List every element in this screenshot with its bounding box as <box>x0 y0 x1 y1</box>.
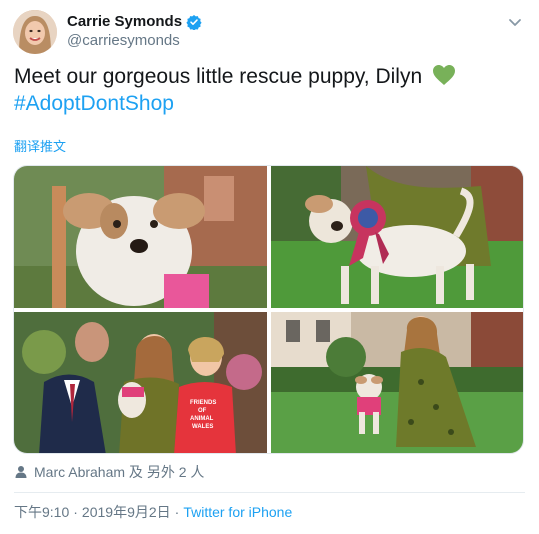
shirt-text-line-3: ANIMAL <box>190 416 214 422</box>
separator-2: · <box>174 504 180 520</box>
separator-1: · <box>73 504 78 520</box>
tweet-text: Meet our gorgeous little rescue puppy, D… <box>14 63 524 117</box>
person-icon <box>14 465 28 479</box>
author-handle[interactable]: @carriesymonds <box>67 32 180 49</box>
tweet-date[interactable]: 2019年9月2日 <box>82 502 171 522</box>
tweet-card: Carrie Symonds @carriesymonds Meet our g… <box>0 0 539 534</box>
author-display-name[interactable]: Carrie Symonds <box>67 13 182 30</box>
photo-woman-with-puppy-lawn[interactable] <box>271 312 523 453</box>
tagged-people[interactable]: Marc Abraham 及 另外 2 人 <box>14 462 204 482</box>
green-heart-icon <box>432 64 456 86</box>
translate-tweet-link[interactable]: 翻译推文 <box>14 136 66 155</box>
photo-puppy-rosette[interactable] <box>271 166 523 308</box>
photo-puppy-closeup[interactable] <box>14 166 267 308</box>
author-name-row[interactable]: Carrie Symonds <box>67 13 202 31</box>
chevron-down-icon[interactable] <box>508 15 522 29</box>
avatar[interactable] <box>13 10 57 54</box>
tweet-time[interactable]: 下午9:10 <box>14 502 69 522</box>
divider <box>14 492 525 493</box>
tweet-body: Meet our gorgeous little rescue puppy, D… <box>14 65 423 88</box>
tagged-people-text: Marc Abraham 及 另外 2 人 <box>34 464 205 480</box>
photo-people-with-puppy[interactable]: FRIENDS OF ANIMAL WALES <box>14 312 267 453</box>
hashtag-link[interactable]: #AdoptDontShop <box>14 92 174 115</box>
shirt-text-line-4: WALES <box>192 424 213 430</box>
shirt-text-line-1: FRIENDS <box>190 400 216 406</box>
verified-badge-icon <box>186 14 202 31</box>
tweet-meta: 下午9:10 · 2019年9月2日 · Twitter for iPhone <box>14 502 292 522</box>
tweet-source-link[interactable]: Twitter for iPhone <box>183 504 292 520</box>
media-grid: FRIENDS OF ANIMAL WALES <box>13 165 524 454</box>
shirt-text-line-2: OF <box>198 408 207 414</box>
